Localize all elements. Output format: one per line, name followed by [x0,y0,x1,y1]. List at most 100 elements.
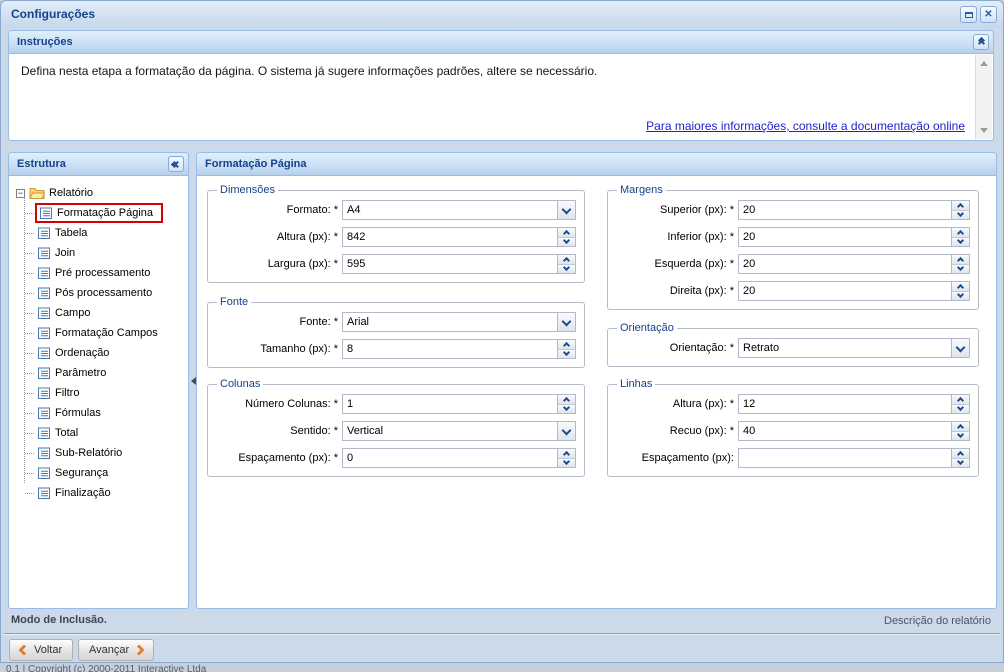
back-button[interactable]: Voltar [9,639,73,661]
combo-trigger[interactable] [557,201,575,219]
tamanho-input[interactable]: 8 [342,339,576,359]
sidebar-item-filtro[interactable]: Filtro [20,383,186,403]
field-value: Arial [343,313,557,331]
spinner-down-button[interactable] [558,265,575,274]
field-label: Formato: * [216,204,338,216]
fieldset-legend: Linhas [617,378,655,390]
field-value: 842 [343,228,557,246]
scrollbar[interactable] [975,55,992,139]
numero-colunas-input[interactable]: 1 [342,394,576,414]
report-icon [37,406,51,420]
fieldset-fonte: Fonte Fonte: * Arial Tamanho (px): * 8 [207,296,585,368]
sidebar-item-join[interactable]: Join [20,243,186,263]
spinner-down-button[interactable] [558,459,575,468]
sidebar-item-formatacao-pagina[interactable]: Formatação Página [20,203,186,223]
fieldset-legend: Margens [617,184,666,196]
sidebar-item-sub-relatorio[interactable]: Sub-Relatório [20,443,186,463]
form-title: Formatação Página [205,158,306,170]
espacamento-colunas-input[interactable]: 0 [342,448,576,468]
close-button[interactable]: ✕ [980,6,997,23]
field-value: 40 [739,422,951,440]
chevron-up-icon [563,397,570,404]
field-orientacao: Orientação: * Retrato [616,338,970,358]
collapse-panel-button[interactable] [973,34,989,50]
fieldset-legend: Fonte [217,296,251,308]
spinner-down-button[interactable] [952,238,969,247]
inferior-input[interactable]: 20 [738,227,970,247]
report-icon [39,206,53,220]
collapse-sidebar-button[interactable] [168,156,184,172]
sidebar-item-total[interactable]: Total [20,423,186,443]
superior-input[interactable]: 20 [738,200,970,220]
sidebar-item-formatacao-campos[interactable]: Formatação Campos [20,323,186,343]
sidebar-item-parametro[interactable]: Parâmetro [20,363,186,383]
window-buttons: ✕ [960,6,997,23]
esquerda-input[interactable]: 20 [738,254,970,274]
chevron-double-left-icon [173,162,179,167]
fieldset-dimensoes: Dimensões Formato: * A4 Altura (px): * 8… [207,184,585,283]
documentation-link[interactable]: Para maiores informações, consulte a doc… [646,119,965,133]
chevron-up-icon [957,451,964,458]
spinner-down-button[interactable] [952,459,969,468]
instructions-panel: Instruções Defina nesta etapa a formataç… [8,30,994,141]
field-label: Número Colunas: * [216,398,338,410]
field-value: A4 [343,201,557,219]
espacamento-linhas-input[interactable] [738,448,970,468]
sidebar-item-seguranca[interactable]: Segurança [20,463,186,483]
folder-icon [29,187,45,199]
field-value: 20 [739,228,951,246]
spinner-down-button[interactable] [558,405,575,414]
fonte-select[interactable]: Arial [342,312,576,332]
tree-item-label: Finalização [55,487,111,499]
sidebar-item-tabela[interactable]: Tabela [20,223,186,243]
instructions-header: Instruções [9,31,993,54]
field-label: Direita (px): * [616,285,734,297]
combo-trigger[interactable] [557,422,575,440]
recuo-input[interactable]: 40 [738,421,970,441]
spinner-down-button[interactable] [558,350,575,359]
combo-trigger[interactable] [557,313,575,331]
spinner-down-button[interactable] [952,432,969,441]
report-icon [37,446,51,460]
formato-select[interactable]: A4 [342,200,576,220]
configuracoes-window: Configurações ✕ Instruções [0,0,1004,663]
direita-input[interactable]: 20 [738,281,970,301]
field-value: 1 [343,395,557,413]
window-titlebar[interactable]: Configurações ✕ [1,1,1003,27]
sidebar-item-campo[interactable]: Campo [20,303,186,323]
scroll-down-icon[interactable] [980,128,988,133]
spinner-down-button[interactable] [952,211,969,220]
sidebar-item-pre-processamento[interactable]: Pré processamento [20,263,186,283]
tree-item-label: Pré processamento [55,267,150,279]
field-fonte: Fonte: * Arial [216,312,576,332]
arrow-right-icon [133,644,144,655]
report-icon [37,466,51,480]
tree-root-relatorio[interactable]: − Relatório [16,183,186,203]
report-icon [37,306,51,320]
altura-input[interactable]: 842 [342,227,576,247]
sidebar-item-pos-processamento[interactable]: Pós processamento [20,283,186,303]
maximize-button[interactable] [960,6,977,23]
field-formato: Formato: * A4 [216,200,576,220]
sidebar-item-finalizacao[interactable]: Finalização [20,483,186,503]
sidebar-item-formulas[interactable]: Fórmulas [20,403,186,423]
chevron-double-up-icon [979,39,984,45]
spinner-down-button[interactable] [952,405,969,414]
field-label: Largura (px): * [216,258,338,270]
collapse-node-icon[interactable]: − [16,189,25,198]
spinner-down-button[interactable] [558,238,575,247]
sidebar-item-ordenacao[interactable]: Ordenação [20,343,186,363]
spinner-down-button[interactable] [952,265,969,274]
sentido-select[interactable]: Vertical [342,421,576,441]
largura-input[interactable]: 595 [342,254,576,274]
tree-item-label: Sub-Relatório [55,447,122,459]
next-button[interactable]: Avançar [78,639,154,661]
field-label: Superior (px): * [616,204,734,216]
scroll-up-icon[interactable] [980,61,988,66]
field-label: Sentido: * [216,425,338,437]
altura-linhas-input[interactable]: 12 [738,394,970,414]
chevron-down-icon [957,210,964,217]
combo-trigger[interactable] [951,339,969,357]
orientacao-select[interactable]: Retrato [738,338,970,358]
spinner-down-button[interactable] [952,292,969,301]
